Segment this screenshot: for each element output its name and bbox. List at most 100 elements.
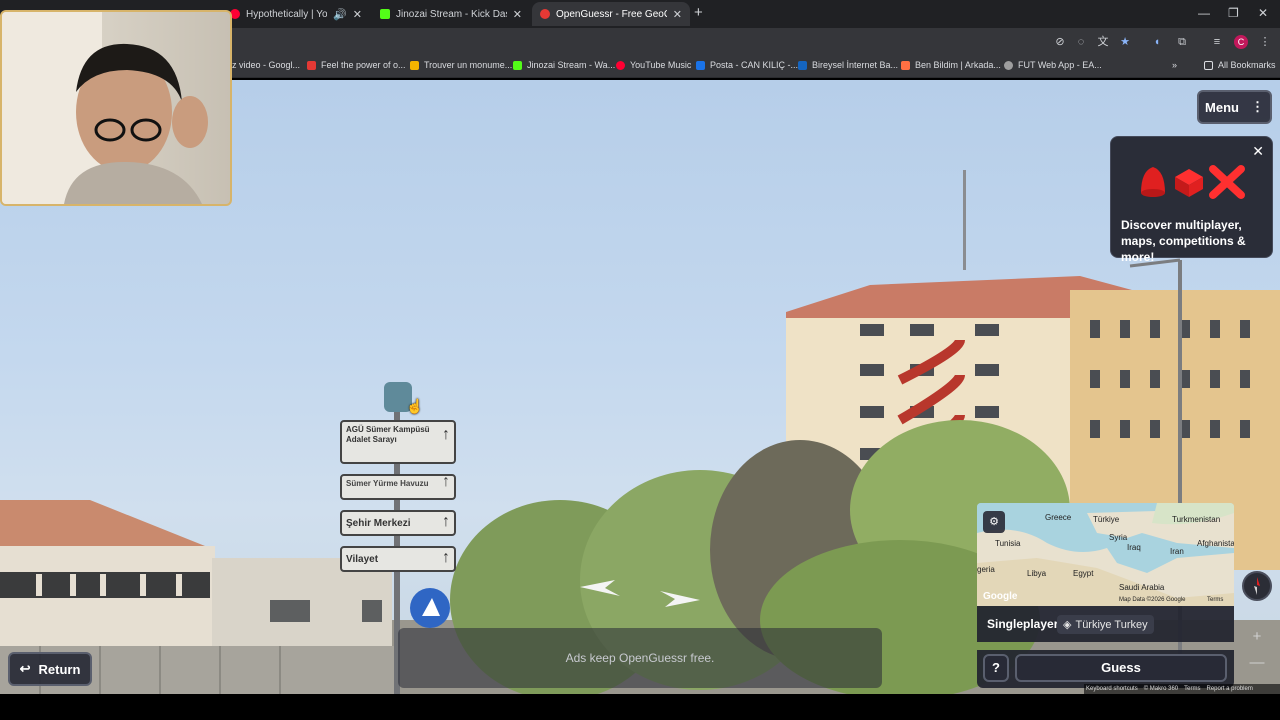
openguessr-icon bbox=[540, 9, 550, 19]
layers-icon: ◈ bbox=[1063, 619, 1072, 631]
map-label: Libya bbox=[1027, 569, 1047, 578]
close-tab-icon[interactable]: ✕ bbox=[513, 8, 522, 21]
filter-icon[interactable]: ⚙ bbox=[983, 511, 1005, 533]
bookmark-label: FUT Web App - EA... bbox=[1018, 60, 1102, 70]
promo-card: ✕ Discover multiplayer, maps, competitio… bbox=[1110, 136, 1273, 264]
puzzle-icon[interactable]: ⧉ bbox=[1175, 36, 1189, 48]
map-label: Iran bbox=[1170, 547, 1184, 556]
crown-icon bbox=[410, 60, 419, 70]
close-window-icon[interactable]: ✕ bbox=[1258, 6, 1268, 20]
minimize-icon[interactable]: — bbox=[1198, 6, 1210, 20]
mode-bar: Singleplayer ◈ Türkiye Turkey bbox=[977, 606, 1234, 642]
terms-link[interactable]: Terms bbox=[1184, 686, 1200, 692]
menu-button[interactable]: Menu ⋮ bbox=[1197, 90, 1272, 124]
pin-icon bbox=[1141, 167, 1165, 197]
tab-youtube[interactable]: Hypothetically | YouTube Mus 🔊 ✕ bbox=[222, 2, 370, 26]
google-logo: Google bbox=[983, 591, 1018, 602]
mouse-cursor: ☝ bbox=[406, 398, 424, 414]
camera-off-icon[interactable]: ⊘ bbox=[1053, 36, 1067, 48]
tab-openguessr[interactable]: OpenGuessr - Free GeoGuessr A ✕ bbox=[532, 2, 690, 26]
map-terms-link[interactable]: Terms bbox=[1207, 597, 1223, 603]
profile-avatar[interactable]: C bbox=[1234, 35, 1248, 49]
map-selector[interactable]: ◈ Türkiye Turkey bbox=[1057, 615, 1154, 634]
bookmark-label: Trouver un monume... bbox=[424, 60, 513, 70]
new-tab-button[interactable]: + bbox=[694, 4, 703, 21]
playlist-icon[interactable]: ≡ bbox=[1210, 36, 1224, 48]
speaker-icon[interactable]: 🔊 bbox=[333, 8, 347, 21]
globe-icon bbox=[1004, 60, 1013, 70]
compass[interactable] bbox=[1242, 571, 1272, 601]
tab-title: Jinozai Stream - Kick Dashboard bbox=[396, 8, 507, 20]
arrow-up-icon: ↑ bbox=[442, 474, 450, 490]
street-view-footer: Keyboard shortcuts © Makro 360 Terms Rep… bbox=[1084, 684, 1280, 694]
zoom-out-button[interactable]: — bbox=[1247, 654, 1267, 672]
star-icon[interactable]: ★ bbox=[1118, 36, 1132, 48]
help-label: ? bbox=[992, 660, 1000, 675]
bookmark-item[interactable]: z video - Googl... bbox=[232, 60, 300, 70]
tab-kick-dashboard[interactable]: Jinozai Stream - Kick Dashboard ✕ bbox=[372, 2, 530, 26]
zoom-in-button[interactable]: + bbox=[1247, 628, 1267, 646]
arrow-up-icon: ↑ bbox=[442, 426, 450, 443]
ads-text: Ads keep OpenGuessr free. bbox=[565, 651, 715, 665]
map-label: Türkiye bbox=[1093, 515, 1120, 524]
bookmark-item[interactable]: YouTube Music bbox=[616, 60, 691, 70]
bookmark-item[interactable]: Trouver un monume... bbox=[410, 60, 512, 70]
game-icon bbox=[901, 60, 910, 70]
more-icon[interactable]: ⋮ bbox=[1258, 36, 1272, 48]
sign-text: AGÜ Sümer Kampüsü Adalet Sarayı bbox=[346, 425, 430, 444]
close-tab-icon[interactable]: ✕ bbox=[673, 8, 682, 21]
bookmark-item[interactable]: Ben Bildim | Arkada... bbox=[901, 60, 1001, 70]
map-label: Iraq bbox=[1127, 543, 1141, 552]
bookmark-label: Posta - CAN KILIÇ -... bbox=[710, 60, 799, 70]
bookmark-item[interactable]: Posta - CAN KILIÇ -... bbox=[696, 60, 798, 70]
cube-icon bbox=[1175, 169, 1203, 197]
bookmark-label: Ben Bildim | Arkada... bbox=[915, 60, 1001, 70]
bookmark-item[interactable]: Bireysel İnternet Ba... bbox=[798, 60, 898, 70]
bank-icon bbox=[798, 60, 807, 70]
map-label: geria bbox=[977, 565, 995, 574]
x-mark-icon bbox=[1209, 165, 1245, 199]
copyright-text: © Makro 360 bbox=[1143, 686, 1179, 692]
street-sign-sehir: Şehir Merkezi ↑ bbox=[340, 510, 456, 536]
youtube-music-icon bbox=[616, 60, 625, 70]
sign-text: Sümer Yürme Havuzu bbox=[346, 479, 429, 488]
sign-text: Vilayet bbox=[346, 554, 379, 565]
keyboard-shortcuts-link[interactable]: Keyboard shortcuts bbox=[1086, 686, 1138, 692]
promo-text: Discover multiplayer, maps, competitions… bbox=[1121, 218, 1246, 264]
map-label: Syria bbox=[1109, 533, 1128, 542]
kick-icon bbox=[380, 9, 390, 19]
mode-label: Singleplayer bbox=[987, 617, 1059, 631]
close-icon[interactable]: ✕ bbox=[1252, 143, 1264, 160]
bookmarks-overflow-icon[interactable]: » bbox=[1172, 60, 1177, 70]
menu-label: Menu bbox=[1205, 99, 1239, 115]
guess-bar: ? Guess bbox=[977, 650, 1234, 688]
sign-text: Şehir Merkezi bbox=[346, 518, 411, 529]
bookmark-item[interactable]: Jinozai Stream - Wa... bbox=[513, 60, 615, 70]
guess-button[interactable]: Guess bbox=[1015, 654, 1227, 682]
map-label: Saudi Arabia bbox=[1119, 583, 1165, 592]
folder-icon bbox=[1204, 60, 1213, 70]
mail-icon bbox=[696, 60, 705, 70]
help-button[interactable]: ? bbox=[983, 654, 1009, 682]
bookmark-item[interactable]: FUT Web App - EA... bbox=[1004, 60, 1102, 70]
all-bookmarks[interactable]: All Bookmarks bbox=[1204, 60, 1276, 70]
translate-icon[interactable]: 文 bbox=[1096, 36, 1110, 48]
return-button[interactable]: ↩ Return bbox=[8, 652, 92, 686]
extension-icon[interactable]: ◖ bbox=[1150, 36, 1164, 48]
street-sign-agu: AGÜ Sümer Kampüsü Adalet Sarayı ↑ bbox=[340, 420, 456, 464]
restore-icon[interactable]: ❐ bbox=[1228, 6, 1239, 20]
bookmark-label: Feel the power of o... bbox=[321, 60, 406, 70]
arrow-up-icon: ↑ bbox=[442, 513, 450, 530]
report-problem-link[interactable]: Report a problem bbox=[1206, 686, 1252, 692]
bookmark-item[interactable]: Feel the power of o... bbox=[307, 60, 406, 70]
bookmark-label: Jinozai Stream - Wa... bbox=[527, 60, 616, 70]
close-tab-icon[interactable]: ✕ bbox=[353, 8, 362, 21]
page-bottom-bar bbox=[0, 694, 1280, 720]
street-sign-vilayet: Vilayet ↑ bbox=[340, 546, 456, 572]
minimap[interactable]: ⚙ Greece Türkiye Turkmenistan Tunisia Sy… bbox=[977, 503, 1234, 606]
eye-off-icon[interactable]: ◌ bbox=[1074, 36, 1088, 48]
return-arrow-icon: ↩ bbox=[19, 661, 31, 676]
bookmark-label: YouTube Music bbox=[630, 60, 692, 70]
map-label: Afghanista bbox=[1197, 539, 1234, 548]
bookmark-label: Bireysel İnternet Ba... bbox=[812, 60, 899, 70]
